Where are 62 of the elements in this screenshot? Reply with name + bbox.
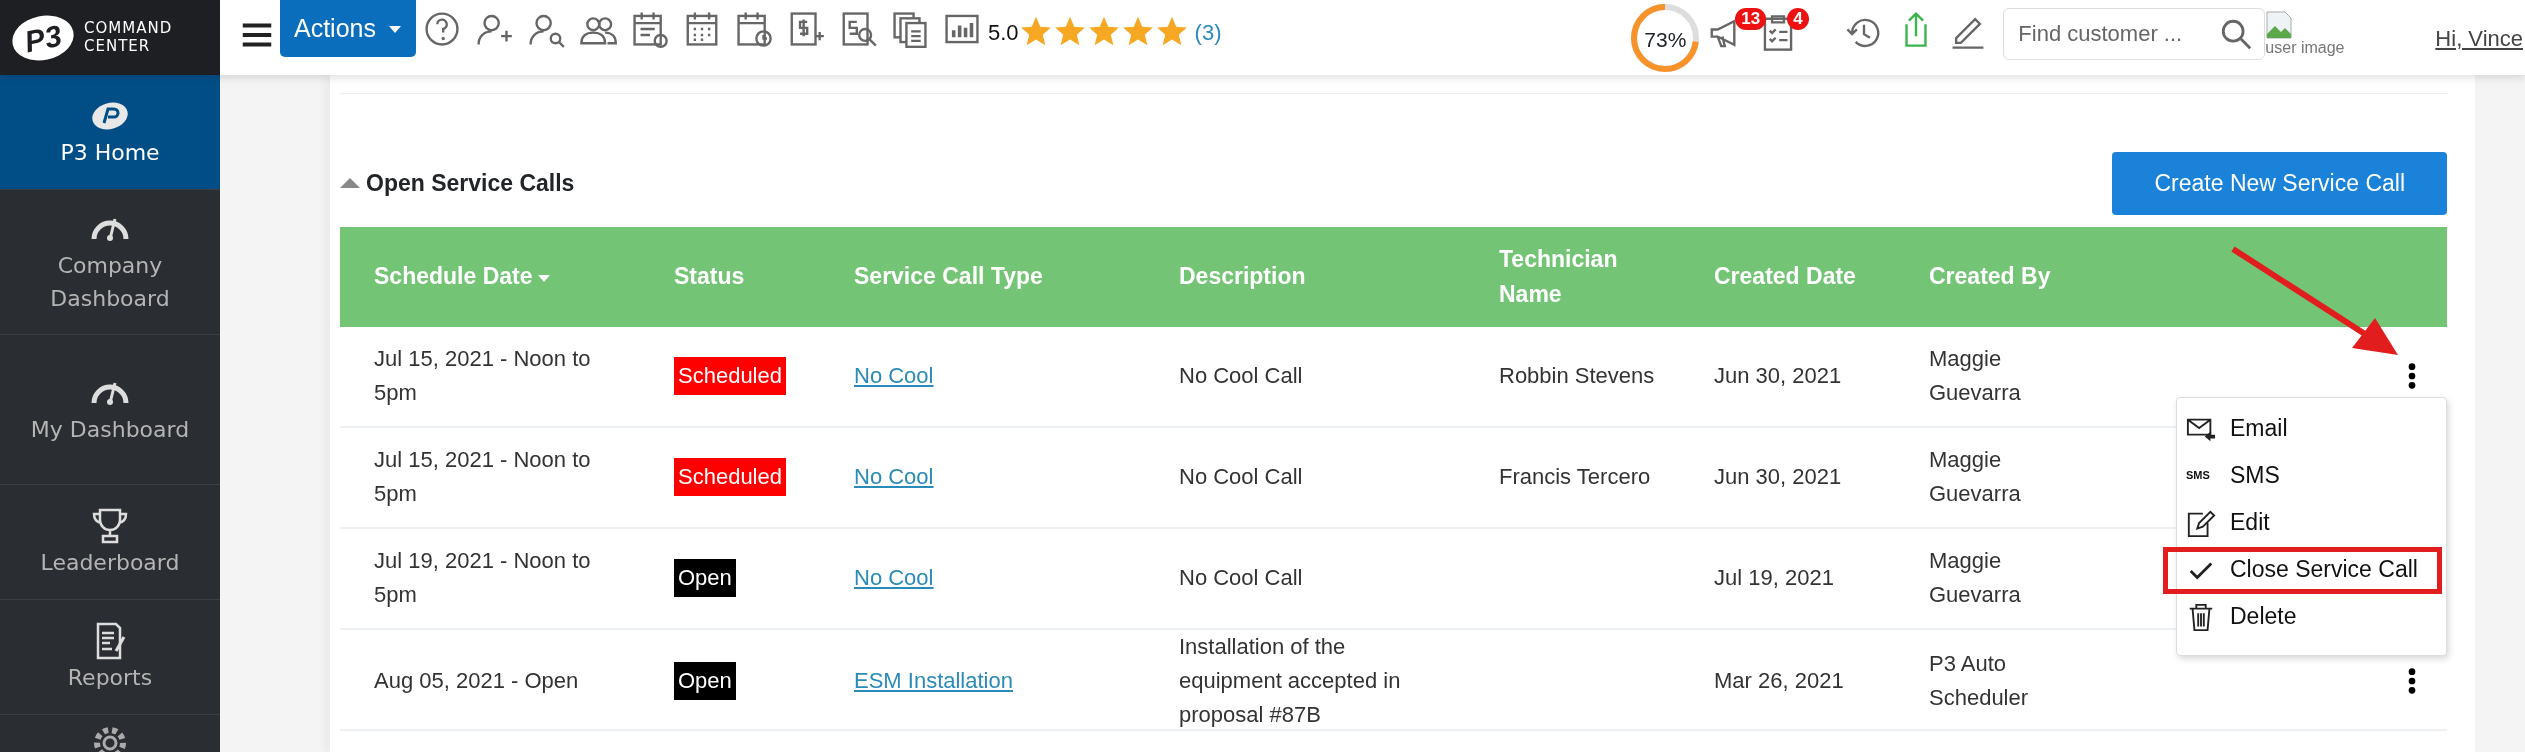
table-cell-text: P3 Auto Scheduler xyxy=(1929,649,2030,712)
table-cell-text: Maggie Guevarra xyxy=(1929,445,2022,508)
review-count[interactable]: (3) xyxy=(1194,16,1222,49)
table-cell-text: Jun 30, 2021 xyxy=(1714,361,1842,390)
table-cell-text: Jun 30, 2021 xyxy=(1714,462,1842,491)
sidebar-item[interactable]: Reports xyxy=(0,600,220,715)
notification-count: 4 xyxy=(1787,8,1809,30)
table-cell-text: Mar 26, 2021 xyxy=(1714,666,1844,695)
menu-item[interactable]: Close Service Call xyxy=(2163,546,2442,594)
table-cell-text: Jul 19, 2021 - Noon to 5pm xyxy=(374,546,592,609)
table-cell-text: Jul 15, 2021 - Noon to 5pm xyxy=(374,445,592,508)
service-type-link[interactable]: No Cool xyxy=(854,358,934,394)
calendar-add-icon[interactable] xyxy=(631,10,669,48)
brand-name: COMMAND xyxy=(84,20,173,38)
service-type-link[interactable]: No Cool xyxy=(854,560,934,596)
table-cell-text: No Cool Call xyxy=(1179,462,1303,491)
more-options-icon[interactable] xyxy=(2407,363,2417,389)
rating-value: 5.0 xyxy=(988,19,1019,47)
menu-item[interactable]: Edit xyxy=(2163,499,2442,547)
progress-value: 73% xyxy=(1643,27,1688,53)
table-cell-text: Aug 05, 2021 - Open xyxy=(374,666,579,695)
table-cell-text: Jul 19, 2021 xyxy=(1714,563,1834,592)
sidebar-item[interactable]: Company Dashboard xyxy=(0,190,220,335)
search-field[interactable]: Find customer ... xyxy=(2003,8,2266,60)
table-cell-text: Jul 15, 2021 - Noon to 5pm xyxy=(374,344,592,407)
collapse-caret-icon[interactable] xyxy=(340,176,360,191)
table-cell-text: No Cool Call xyxy=(1179,361,1303,390)
menu-item[interactable]: Delete xyxy=(2163,593,2442,641)
edit-icon xyxy=(2186,508,2216,538)
sidebar-item[interactable]: My Dashboard xyxy=(0,335,220,485)
table-cell-text: Francis Tercero xyxy=(1499,462,1651,491)
brand-logo[interactable]: P3 COMMAND CENTER xyxy=(0,0,220,75)
status-label: Scheduled xyxy=(674,356,786,396)
user-greeting[interactable]: Hi, Vince xyxy=(2435,22,2523,55)
sms-icon: SMS xyxy=(2186,467,2216,485)
menu-item[interactable]: Email xyxy=(2163,405,2442,453)
actions-dropdown[interactable]: Actions xyxy=(280,0,416,57)
sidebar-item[interactable]: P3 Home xyxy=(0,75,220,190)
table-cell-text: Maggie Guevarra xyxy=(1929,344,2022,407)
image-alt-text: user image xyxy=(2265,40,2346,56)
more-options-icon[interactable] xyxy=(2407,667,2417,694)
menu-item[interactable]: SMS SMS xyxy=(2163,452,2442,500)
sort-caret-icon xyxy=(536,273,551,284)
status-label: Open xyxy=(674,661,736,700)
broken-image-icon xyxy=(2265,10,2294,40)
service-type-link[interactable]: ESM Installation xyxy=(854,663,1013,698)
table-cell-text: Installation of the equipment accepted in proposal #87B xyxy=(1179,632,1402,729)
table-cell-text: No Cool Call xyxy=(1179,563,1303,592)
documents-icon[interactable] xyxy=(891,10,929,48)
service-type-link[interactable]: No Cool xyxy=(854,459,934,495)
calendar-clock-icon[interactable] xyxy=(735,10,773,48)
table-cell-text: Robbin Stevens xyxy=(1499,361,1655,390)
caret-icon xyxy=(388,23,402,34)
create-service-call-button[interactable]: Create New Service Call xyxy=(2112,152,2447,215)
notification-count: 13 xyxy=(1735,8,1767,30)
status-label: Scheduled xyxy=(674,457,786,497)
status-label: Open xyxy=(674,558,736,598)
sidebar-item[interactable]: Leaderboard xyxy=(0,485,220,600)
brand-name: CENTER xyxy=(84,37,152,55)
section-title: Open Service Calls xyxy=(366,169,575,198)
help-icon[interactable] xyxy=(423,10,461,48)
table-cell-text: Maggie Guevarra xyxy=(1929,546,2022,609)
